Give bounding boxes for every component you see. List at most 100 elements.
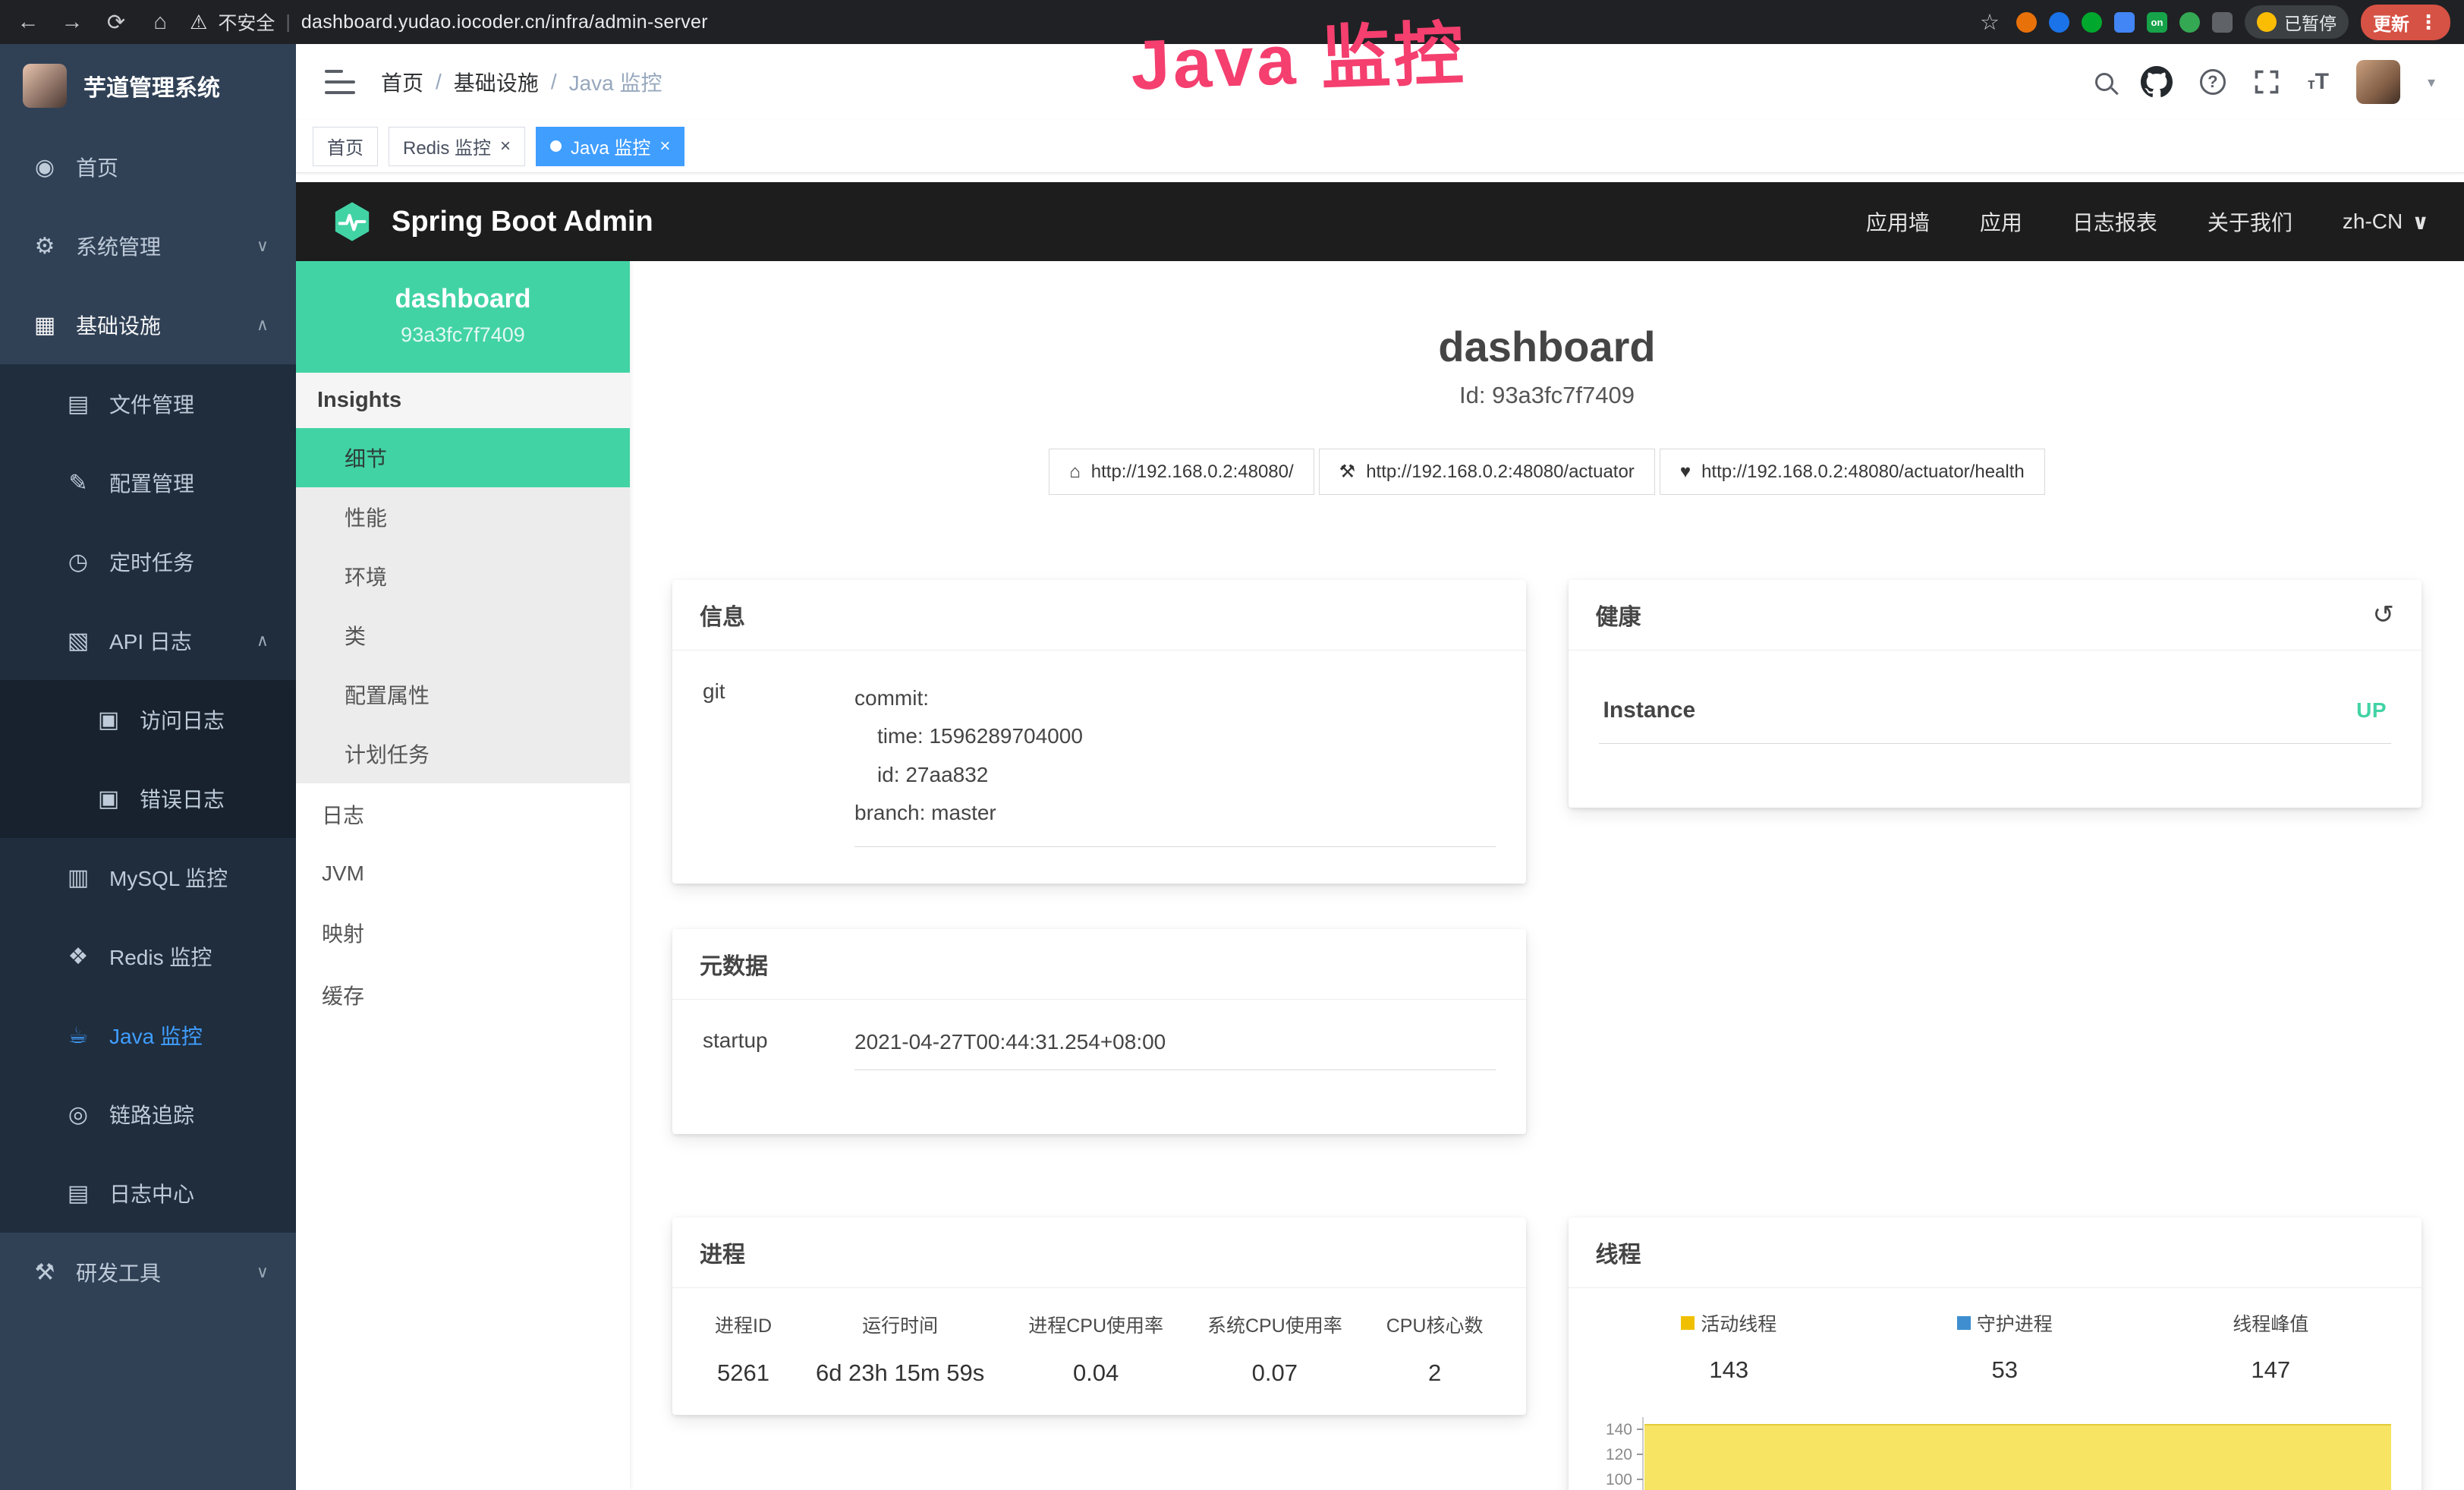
blue-legend-swatch: [1957, 1316, 1971, 1330]
instance-label: Instance: [1603, 698, 1696, 723]
smiley-icon: [2257, 12, 2277, 32]
kebab-menu-icon[interactable]: ⋮: [2418, 11, 2438, 34]
api-log-submenu: ▣ 访问日志 ▣ 错误日志: [0, 680, 296, 838]
tag-redis[interactable]: Redis 监控 ×: [389, 127, 525, 166]
tag-home[interactable]: 首页: [313, 127, 378, 166]
breadcrumb-infra[interactable]: 基础设施: [454, 67, 539, 97]
app-title: 芋道管理系统: [83, 69, 220, 102]
sidebar-item-mysql[interactable]: ▥ MySQL 监控: [0, 838, 296, 917]
search-icon[interactable]: [2095, 73, 2113, 91]
chrome-update-button[interactable]: 更新 ⋮: [2361, 5, 2450, 40]
sidebar-item-access-log[interactable]: ▣ 访问日志: [0, 680, 296, 759]
browser-back-icon[interactable]: ←: [14, 10, 42, 35]
trace-icon: ◎: [64, 1101, 93, 1128]
chevron-down-icon: ∨: [2412, 209, 2429, 235]
legend-peak-threads: 线程峰值 147: [2233, 1309, 2308, 1384]
sba-item-classes[interactable]: 类: [296, 606, 630, 665]
sidebar-item-log-center[interactable]: ▤ 日志中心: [0, 1154, 296, 1233]
github-icon[interactable]: [2141, 66, 2173, 98]
page: Java 监控 ← → ⟳ ⌂ ⚠ 不安全 | dashboard.yudao.…: [0, 0, 2464, 1490]
sidebar: 芋道管理系统 ◉ 首页 ⚙ 系统管理 ∨ ▦ 基础设施 ∧ ▤ 文件管理: [0, 44, 296, 1490]
fontsize-icon[interactable]: тT: [2308, 69, 2329, 95]
sba-nav-about[interactable]: 关于我们: [2208, 206, 2292, 237]
main-column: 首页 / 基础设施 / Java 监控 ? тT ▾: [296, 44, 2464, 1490]
sidebar-item-dev-tools[interactable]: ⚒ 研发工具 ∨: [0, 1233, 296, 1312]
sidebar-item-files[interactable]: ▤ 文件管理: [0, 364, 296, 443]
legend-daemon-threads: 守护进程 53: [1957, 1309, 2053, 1384]
close-icon[interactable]: ×: [659, 137, 670, 156]
sba-nav-journal[interactable]: 日志报表: [2072, 206, 2157, 237]
sidebar-item-config[interactable]: ✎ 配置管理: [0, 443, 296, 522]
metadata-startup-row: startup 2021-04-27T00:44:31.254+08:00: [703, 1029, 1496, 1070]
sba-item-jvm[interactable]: JVM: [296, 846, 630, 902]
extension-icon-1[interactable]: [2016, 12, 2037, 33]
sba-item-mappings[interactable]: 映射: [296, 902, 630, 964]
health-url-link[interactable]: ♥ http://192.168.0.2:48080/actuator/heal…: [1660, 449, 2045, 495]
sba-item-configprops[interactable]: 配置属性: [296, 665, 630, 724]
sidebar-item-api-log[interactable]: ▧ API 日志 ∧: [0, 601, 296, 680]
app-frame: 芋道管理系统 ◉ 首页 ⚙ 系统管理 ∨ ▦ 基础设施 ∧ ▤ 文件管理: [0, 44, 2464, 1490]
sba-nav-applications[interactable]: 应用: [1980, 206, 2022, 237]
sba-brand-label: Spring Boot Admin: [392, 206, 653, 238]
process-card-title: 进程: [672, 1218, 1526, 1288]
sidebar-item-infra[interactable]: ▦ 基础设施 ∧: [0, 285, 296, 364]
avatar-caret-icon[interactable]: ▾: [2428, 73, 2435, 92]
close-icon[interactable]: ×: [500, 137, 511, 156]
extension-icon-3[interactable]: [2082, 12, 2102, 33]
sba-item-caches[interactable]: 缓存: [296, 964, 630, 1026]
sidebar-item-error-log[interactable]: ▣ 错误日志: [0, 759, 296, 838]
sidebar-item-label: 文件管理: [109, 389, 194, 419]
sidebar-item-jobs[interactable]: ◷ 定时任务: [0, 522, 296, 601]
help-icon[interactable]: ?: [2200, 69, 2226, 95]
breadcrumb-home[interactable]: 首页: [381, 67, 423, 97]
sba-app-name: dashboard: [305, 284, 621, 314]
tags-bar: 首页 Redis 监控 × Java 监控 ×: [296, 120, 2464, 173]
document-icon: ▣: [94, 707, 123, 733]
sidebar-item-trace[interactable]: ◎ 链路追踪: [0, 1075, 296, 1154]
sba-item-details[interactable]: 细节: [296, 428, 630, 487]
sba-item-logs[interactable]: 日志: [296, 783, 630, 846]
user-avatar[interactable]: [2356, 60, 2400, 104]
svg-text:120: 120: [1605, 1446, 1632, 1463]
hamburger-icon[interactable]: [325, 70, 355, 94]
browser-forward-icon[interactable]: →: [58, 10, 87, 35]
browser-home-icon[interactable]: ⌂: [146, 10, 175, 35]
app-logo[interactable]: 芋道管理系统: [0, 44, 296, 128]
sba-item-metrics[interactable]: 性能: [296, 487, 630, 547]
infrastructure-icon: ▦: [30, 312, 59, 339]
extension-icon-4[interactable]: [2114, 12, 2135, 33]
extension-icon-6[interactable]: [2179, 12, 2200, 33]
tag-java[interactable]: Java 监控 ×: [536, 127, 684, 166]
sba-locale-select[interactable]: zh-CN ∨: [2343, 209, 2429, 235]
file-icon: ▤: [64, 391, 93, 417]
on-badge: on: [2151, 17, 2163, 28]
cards-right-column: 健康 ↺ Instance UP: [1569, 580, 2422, 1490]
sba-insights-label: Insights: [296, 373, 630, 428]
sidebar-item-java[interactable]: ☕ Java 监控: [0, 996, 296, 1075]
legend-live-threads: 活动线程 143: [1681, 1309, 1776, 1384]
sba-app-block[interactable]: dashboard 93a3fc7f7409: [296, 261, 630, 373]
service-url-link[interactable]: ⌂ http://192.168.0.2:48080/: [1049, 449, 1314, 495]
sba-body: dashboard 93a3fc7f7409 Insights 细节 性能 环境…: [296, 261, 2464, 1490]
bookmark-star-icon[interactable]: ☆: [1975, 9, 2004, 36]
address-bar[interactable]: ⚠ 不安全 | dashboard.yudao.iocoder.cn/infra…: [190, 8, 1960, 36]
sidebar-item-redis[interactable]: ❖ Redis 监控: [0, 917, 296, 996]
actuator-url-link[interactable]: ⚒ http://192.168.0.2:48080/actuator: [1319, 449, 1655, 495]
link-label: http://192.168.0.2:48080/actuator/health: [1701, 461, 2025, 483]
fullscreen-icon[interactable]: [2253, 68, 2280, 96]
extension-icon-2[interactable]: [2049, 12, 2069, 33]
sba-brand[interactable]: Spring Boot Admin: [331, 200, 653, 243]
sba-nav-wallboard[interactable]: 应用墙: [1866, 206, 1930, 237]
sba-app-id: 93a3fc7f7409: [305, 323, 621, 347]
translator-paused-badge[interactable]: 已暂停: [2245, 5, 2349, 39]
browser-reload-icon[interactable]: ⟳: [102, 9, 131, 36]
sba-item-environment[interactable]: 环境: [296, 547, 630, 606]
sidebar-item-home[interactable]: ◉ 首页: [0, 128, 296, 206]
sidebar-item-system[interactable]: ⚙ 系统管理 ∨: [0, 206, 296, 285]
extension-icon-5[interactable]: on: [2147, 12, 2167, 33]
history-icon[interactable]: ↺: [2373, 600, 2395, 630]
wrench-icon: ⚒: [1339, 461, 1356, 483]
sba-item-scheduled[interactable]: 计划任务: [296, 724, 630, 783]
sidebar-item-label: MySQL 监控: [109, 862, 228, 893]
extension-icon-7[interactable]: [2212, 12, 2233, 33]
